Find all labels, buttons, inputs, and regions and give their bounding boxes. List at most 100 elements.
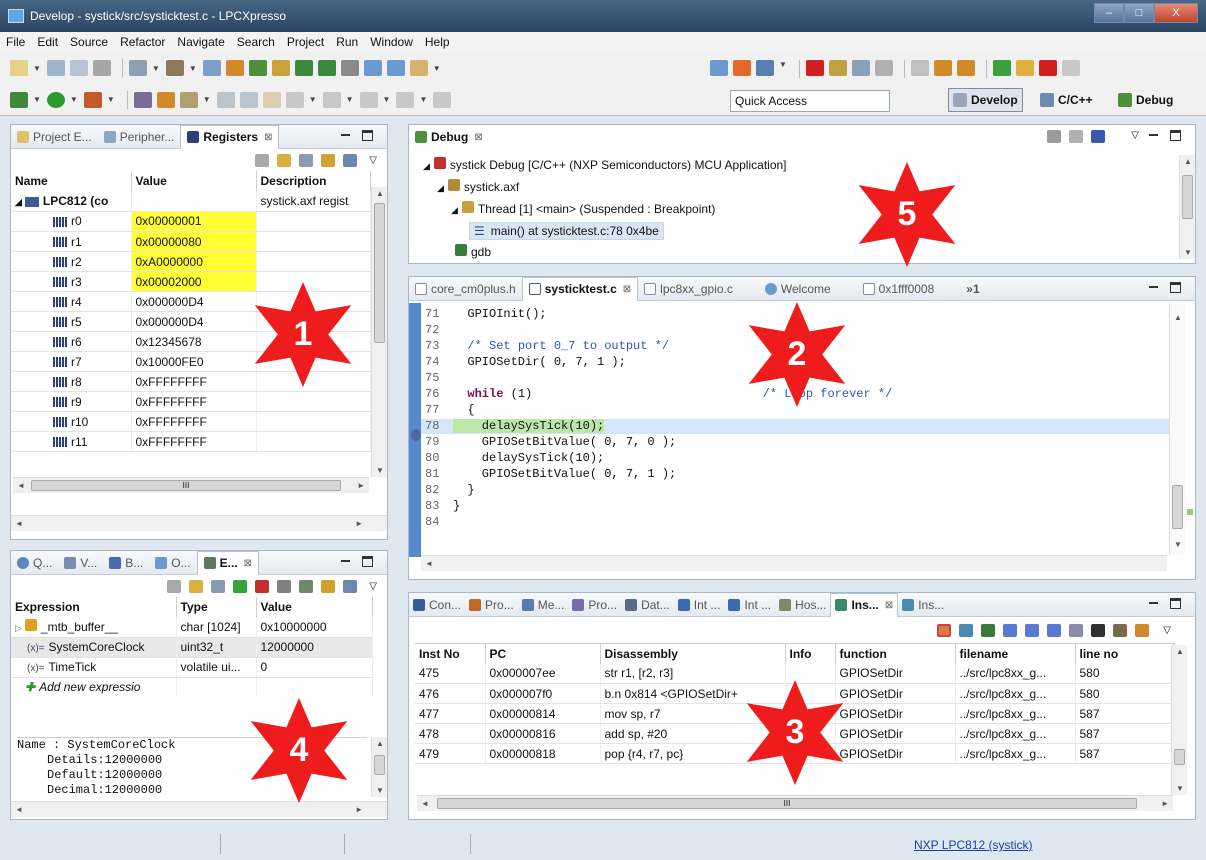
terminate-icon[interactable] [1038, 60, 1057, 76]
trace-table-icon[interactable] [959, 623, 974, 637]
memory-icon[interactable] [340, 60, 359, 76]
tab-debug[interactable]: Debug ⊠ [409, 126, 489, 148]
column-header-inst-no[interactable]: Inst No [415, 643, 486, 664]
bug-icon[interactable] [248, 60, 267, 76]
tab-console[interactable]: Con... [409, 594, 465, 616]
column-header-function[interactable]: function [835, 643, 956, 664]
debug-launch-icon[interactable] [10, 91, 28, 108]
annotation-icon[interactable] [262, 91, 281, 108]
menu-navigate[interactable]: Navigate [177, 35, 224, 49]
column-header-line-no[interactable]: line no [1075, 643, 1175, 664]
tab-outline[interactable]: O... [149, 552, 196, 574]
quick-access-input[interactable]: Quick Access [730, 90, 890, 112]
step2-icon[interactable] [874, 60, 893, 76]
step-icon[interactable] [851, 60, 870, 76]
chip-icon[interactable] [363, 60, 382, 76]
trace-config-icon[interactable] [937, 623, 952, 637]
code-line[interactable]: 73 /* Set port 0_7 to output */ [421, 339, 669, 354]
debug-icon[interactable] [294, 60, 313, 76]
close-icon[interactable]: ⊠ [244, 558, 252, 569]
instruction-stepping-icon[interactable] [1091, 130, 1105, 143]
code-line[interactable]: 72 [421, 323, 453, 338]
board-icon[interactable] [710, 60, 728, 76]
breakpoint-icon[interactable] [411, 429, 421, 441]
skip-icon[interactable] [933, 60, 952, 76]
restart-icon[interactable] [956, 60, 975, 76]
trace-horizontal-scrollbar[interactable]: ◄ III ► [417, 795, 1173, 811]
view-menu-icon[interactable]: ▽ [369, 155, 377, 166]
code-line[interactable]: 82 } [421, 483, 475, 498]
tab-host[interactable]: Hos... [775, 594, 830, 616]
code-line[interactable]: 79 GPIOSetBitValue( 0, 7, 0 ); [421, 435, 676, 450]
tree-item-thread[interactable]: ◢ Thread [1] <main> (Suspended : Breakpoi… [423, 199, 787, 221]
column-header-description[interactable]: Description [256, 171, 371, 191]
expression-icon[interactable] [299, 579, 314, 593]
tab-instruction-stats[interactable]: Ins... [898, 594, 948, 616]
refresh-icon[interactable] [910, 60, 929, 76]
column-header-filename[interactable]: filename [955, 643, 1076, 664]
new-icon[interactable] [10, 60, 28, 76]
menu-refactor[interactable]: Refactor [120, 35, 165, 49]
build-icon[interactable] [202, 60, 221, 76]
debug-attach-icon[interactable] [317, 60, 336, 76]
debug-perspective-button[interactable]: Debug [1118, 88, 1173, 112]
table-row[interactable]: (x)= TimeTick volatile ui... 0 [11, 657, 373, 678]
editor-horizontal-scrollbar[interactable]: ◄ [421, 555, 1167, 571]
menu-edit[interactable]: Edit [37, 35, 58, 49]
tab-peripherals[interactable]: Peripher... [98, 126, 181, 148]
tab-disassembly-address[interactable]: 0x1fff0008 [857, 278, 941, 300]
menu-run[interactable]: Run [336, 35, 358, 49]
column-header-name[interactable]: Name [11, 171, 132, 191]
forward-icon[interactable] [396, 91, 415, 108]
column-header-info[interactable]: Info [785, 643, 836, 664]
tab-properties[interactable]: Pro... [568, 594, 621, 616]
develop-perspective-button[interactable]: Develop [948, 88, 1023, 112]
add-icon[interactable] [189, 579, 204, 593]
connect-icon[interactable] [1069, 130, 1083, 143]
resume-icon[interactable] [992, 60, 1011, 76]
column-header-value[interactable]: Value [131, 171, 257, 191]
debug-vertical-scrollbar[interactable]: ▲ ▼ [1179, 155, 1195, 259]
tree-item-launch[interactable]: ◢ systick Debug [C/C++ (NXP Semiconductor… [423, 155, 787, 177]
menu-file[interactable]: File [6, 35, 25, 49]
external-tools-icon[interactable] [83, 91, 102, 108]
remove-all-icon[interactable] [277, 579, 292, 593]
wizard-icon[interactable] [225, 60, 244, 76]
layout-icon[interactable] [211, 579, 226, 593]
tab-quick[interactable]: Q... [11, 552, 58, 574]
cpp-perspective-button[interactable]: C/C++ [1040, 88, 1093, 112]
table-row[interactable]: r2 0xA0000000 [11, 251, 371, 272]
code-line[interactable]: 71 GPIOInit(); [421, 307, 547, 322]
export-icon[interactable] [343, 153, 358, 167]
menu-project[interactable]: Project [287, 35, 324, 49]
add-expression-row[interactable]: ✚ Add new expressio [11, 677, 373, 697]
code-line[interactable]: 78 delaySysTick(10); [421, 419, 1175, 434]
tab-registers[interactable]: Registers ⊠ [180, 125, 280, 149]
tab-problems[interactable]: Pro... [465, 594, 518, 616]
tab-overflow[interactable]: »1 [960, 278, 985, 300]
tab-expressions[interactable]: E... ⊠ [196, 551, 260, 575]
navigator-icon[interactable] [133, 91, 152, 108]
code-line[interactable]: 81 GPIOSetBitValue( 0, 7, 1 ); [421, 467, 676, 482]
close-button[interactable]: X [1154, 3, 1198, 23]
minimize-icon[interactable] [1148, 282, 1159, 293]
overview-ruler-marker[interactable] [1187, 509, 1193, 515]
minimize-icon[interactable] [1148, 598, 1159, 609]
chip2-icon[interactable] [386, 60, 405, 76]
details-vertical-scrollbar[interactable]: ▲ ▼ [371, 737, 387, 797]
maximize-button[interactable]: □ [1124, 3, 1154, 23]
remove-terminated-icon[interactable] [1047, 130, 1061, 143]
table-row[interactable]: (x)= SystemCoreClock uint32_t 12000000 [11, 637, 373, 658]
next-annotation-icon[interactable] [285, 91, 304, 108]
tab-welcome[interactable]: Welcome [759, 278, 837, 300]
connect-icon[interactable] [828, 60, 847, 76]
tab-interrupts[interactable]: Int ... [674, 594, 725, 616]
trace-columns-icon[interactable] [1069, 623, 1084, 637]
tree-item-axf[interactable]: ◢ systick.axf [423, 177, 787, 199]
toggle-icon[interactable] [216, 91, 235, 108]
view-menu-icon[interactable]: ▽ [1131, 130, 1139, 141]
column-header-pc[interactable]: PC [485, 643, 601, 664]
add-icon[interactable] [277, 153, 292, 167]
column-header-value[interactable]: Value [256, 597, 373, 617]
layout-icon[interactable] [299, 153, 314, 167]
